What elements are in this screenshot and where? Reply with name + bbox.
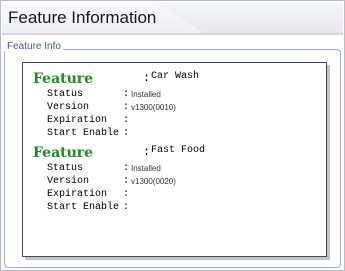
feature-label: Feature [33,71,94,87]
version-colon: : [123,102,130,113]
feature-information-window: Feature Information Feature Info Feature… [0,0,345,271]
version-value: v1300(0020) [131,177,176,186]
status-row: Status : Installed [33,163,323,176]
version-value: v1300(0010) [131,103,176,112]
start-enable-label: Start Enable [47,128,120,139]
expiration-label: Expiration [47,189,108,200]
status-label: Status [47,89,84,100]
status-colon: : [123,163,130,174]
version-label: Version [47,102,90,113]
feature-info-legend: Feature Info [5,41,63,52]
feature-name: Car Wash [151,71,200,82]
feature-block-car-wash: Feature : Car Wash Status : Installed Ve… [33,71,323,141]
page-header: Feature Information [2,2,343,35]
header-divider [2,33,343,35]
page-title: Feature Information [8,8,157,27]
feature-header-row: Feature : Car Wash [33,71,323,89]
start-enable-row: Start Enable : [33,202,323,215]
start-enable-colon: : [123,202,130,213]
expiration-label: Expiration [47,115,108,126]
feature-block-fast-food: Feature : Fast Food Status : Installed V… [33,145,323,215]
feature-info-panel: Feature : Car Wash Status : Installed Ve… [22,62,327,257]
expiration-row: Expiration : [33,189,323,202]
expiration-colon: : [123,115,130,126]
version-row: Version : v1300(0020) [33,176,323,189]
version-row: Version : v1300(0010) [33,102,323,115]
version-label: Version [47,176,90,187]
feature-header-row: Feature : Fast Food [33,145,323,163]
status-label: Status [47,163,84,174]
feature-colon: : [143,145,151,159]
expiration-row: Expiration : [33,115,323,128]
feature-colon: : [143,71,151,85]
status-row: Status : Installed [33,89,323,102]
feature-label: Feature [33,145,94,161]
start-enable-label: Start Enable [47,202,120,213]
start-enable-row: Start Enable : [33,128,323,141]
status-value: Installed [131,164,161,173]
start-enable-colon: : [123,128,130,139]
version-colon: : [123,176,130,187]
feature-name: Fast Food [151,145,206,156]
expiration-colon: : [123,189,130,200]
status-colon: : [123,89,130,100]
status-value: Installed [131,90,161,99]
